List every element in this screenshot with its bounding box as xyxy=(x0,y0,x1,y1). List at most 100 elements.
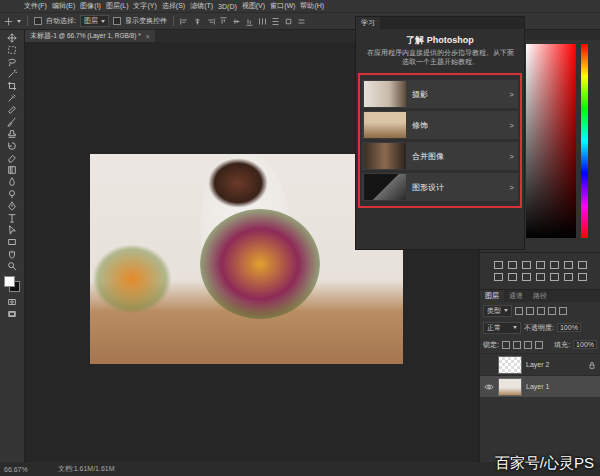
align-icon[interactable] xyxy=(206,17,215,26)
align-icon[interactable] xyxy=(245,17,254,26)
adjustment-icon[interactable] xyxy=(508,273,517,281)
menu-item[interactable]: 图像(I) xyxy=(80,1,101,11)
align-icon[interactable] xyxy=(284,17,293,26)
adjustment-icon[interactable] xyxy=(536,273,545,281)
align-icon[interactable] xyxy=(258,17,267,26)
auto-select-checkbox[interactable] xyxy=(34,17,42,25)
history-brush-icon[interactable] xyxy=(7,141,17,151)
topic-item[interactable]: 摄影> xyxy=(362,80,518,108)
opacity-field[interactable]: 100% xyxy=(557,323,581,332)
menu-item[interactable]: 编辑(E) xyxy=(52,1,75,11)
layer-filter-dropdown[interactable]: 类型 xyxy=(483,305,512,317)
adjustment-icon[interactable] xyxy=(550,273,559,281)
tool-preset-dropdown[interactable] xyxy=(17,20,21,23)
quick-mask-icon[interactable] xyxy=(7,297,17,307)
align-icon[interactable] xyxy=(271,17,280,26)
close-tab-button[interactable]: × xyxy=(146,33,150,40)
menu-item[interactable]: 视图(V) xyxy=(242,1,265,11)
type-tool-icon[interactable] xyxy=(7,213,17,223)
lock-option-icon[interactable] xyxy=(535,341,543,349)
learn-tab[interactable]: 学习 xyxy=(356,17,380,29)
align-icon[interactable] xyxy=(232,17,241,26)
adjustment-icon[interactable] xyxy=(522,273,531,281)
fill-field[interactable]: 100% xyxy=(573,340,597,349)
topic-item[interactable]: 修饰> xyxy=(362,111,518,139)
eraser-icon[interactable] xyxy=(7,153,17,163)
menu-item[interactable]: 选择(S) xyxy=(162,1,185,11)
screen-mode-icon[interactable] xyxy=(7,309,17,319)
topic-item[interactable]: 合并图像> xyxy=(362,142,518,170)
blend-mode-dropdown[interactable]: 正常 xyxy=(483,322,521,334)
filter-icon[interactable] xyxy=(537,307,545,315)
adjustment-icon[interactable] xyxy=(494,273,503,281)
menu-item[interactable]: 文件(F) xyxy=(24,1,47,11)
marquee-icon[interactable] xyxy=(7,45,17,55)
menu-item[interactable]: 文字(Y) xyxy=(133,1,156,11)
adjustment-icon[interactable] xyxy=(522,261,531,269)
blur-icon[interactable] xyxy=(7,177,17,187)
filter-icon[interactable] xyxy=(559,307,567,315)
gradient-icon[interactable] xyxy=(7,165,17,175)
align-icon[interactable] xyxy=(219,17,228,26)
visibility-toggle[interactable] xyxy=(484,382,494,392)
layers-panel-tab[interactable]: 通道 xyxy=(504,290,528,302)
layer-row[interactable]: Layer 1 xyxy=(480,375,600,397)
rectangle-icon[interactable] xyxy=(7,237,17,247)
adjustment-icon[interactable] xyxy=(536,261,545,269)
eye-icon[interactable] xyxy=(484,382,494,392)
move-tool-icon[interactable] xyxy=(4,17,13,26)
lock-option-icon[interactable] xyxy=(502,341,510,349)
adjustment-icon[interactable] xyxy=(494,261,503,269)
move-icon[interactable] xyxy=(7,33,17,43)
show-transform-checkbox[interactable] xyxy=(113,17,121,25)
dodge-icon[interactable] xyxy=(7,189,17,199)
document-tab[interactable]: 未标题-1 @ 66.7% (Layer 1, RGB/8) *× xyxy=(25,30,155,42)
lasso-icon[interactable] xyxy=(7,57,17,67)
align-icon[interactable] xyxy=(297,17,306,26)
color-picker-field[interactable] xyxy=(526,44,576,238)
menu-item[interactable]: 窗口(W) xyxy=(270,1,295,11)
adjustment-icon[interactable] xyxy=(564,273,573,281)
filter-icon[interactable] xyxy=(526,307,534,315)
layer-row[interactable]: Layer 2 xyxy=(480,353,600,375)
filter-icon[interactable] xyxy=(515,307,523,315)
zoom-icon[interactable] xyxy=(7,261,17,271)
adjustment-icon[interactable] xyxy=(578,273,587,281)
healing-brush-icon[interactable] xyxy=(7,105,17,115)
lock-option-icon[interactable] xyxy=(513,341,521,349)
hand-icon[interactable] xyxy=(7,249,17,259)
auto-select-target[interactable]: 图层 xyxy=(80,15,109,27)
foreground-color-swatch[interactable] xyxy=(4,276,15,287)
topic-list: 摄影> 修饰> 合并图像> 图形设计> xyxy=(358,73,522,208)
pen-icon[interactable] xyxy=(7,201,17,211)
color-swatches[interactable] xyxy=(4,276,20,292)
align-icon[interactable] xyxy=(193,17,202,26)
topic-thumbnail xyxy=(364,174,406,200)
layers-panel-tab[interactable]: 路径 xyxy=(528,290,552,302)
show-transform-label: 显示变换控件 xyxy=(125,16,167,26)
lock-option-icon[interactable] xyxy=(524,341,532,349)
menu-item[interactable]: 帮助(H) xyxy=(300,1,324,11)
adjustment-icon[interactable] xyxy=(508,261,517,269)
eyedropper-icon[interactable] xyxy=(7,93,17,103)
document-info[interactable]: 文档:1.61M/1.61M xyxy=(58,464,115,474)
layers-panel-tab[interactable]: 图层 xyxy=(480,290,504,302)
crop-icon[interactable] xyxy=(7,81,17,91)
stamp-icon[interactable] xyxy=(7,129,17,139)
path-select-icon[interactable] xyxy=(7,225,17,235)
menu-item[interactable]: 滤镜(T) xyxy=(190,1,213,11)
adjustment-icon[interactable] xyxy=(550,261,559,269)
menu-item[interactable]: 图层(L) xyxy=(106,1,129,11)
menu-item[interactable]: 3D(D) xyxy=(218,3,237,10)
brush-icon[interactable] xyxy=(7,117,17,127)
topic-item[interactable]: 图形设计> xyxy=(362,173,518,201)
align-icon[interactable] xyxy=(180,17,189,26)
hue-slider[interactable] xyxy=(581,44,588,238)
adjustments-panel xyxy=(480,253,600,290)
visibility-toggle[interactable] xyxy=(484,360,494,370)
adjustment-icon[interactable] xyxy=(578,261,587,269)
adjustment-icon[interactable] xyxy=(564,261,573,269)
zoom-level[interactable]: 66.67% xyxy=(4,466,28,473)
magic-wand-icon[interactable] xyxy=(7,69,17,79)
filter-icon[interactable] xyxy=(548,307,556,315)
